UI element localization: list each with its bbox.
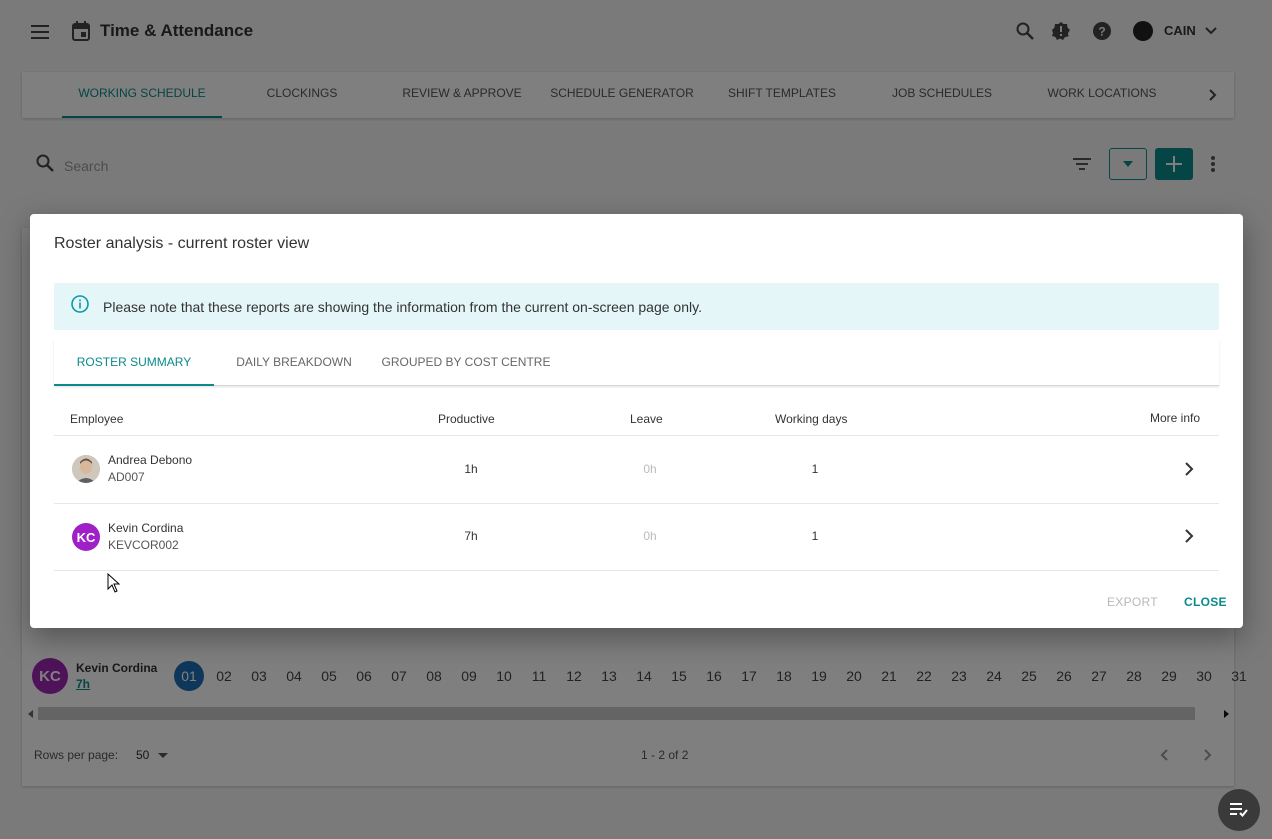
info-notice: Please note that these reports are showi… (54, 283, 1219, 330)
mouse-cursor-icon (107, 572, 121, 598)
working-days: 1 (811, 529, 819, 543)
employee-name: Kevin Cordina (108, 521, 184, 535)
person-photo-icon (72, 455, 100, 483)
checklist-icon (1230, 803, 1248, 817)
column-header-productive: Productive (438, 412, 495, 426)
avatar (72, 455, 100, 483)
column-header-working-days: Working days (775, 412, 848, 426)
column-header-employee: Employee (70, 412, 124, 426)
chevron-right-icon[interactable] (1181, 461, 1197, 477)
tab-grouped-by-cost-centre[interactable]: GROUPED BY COST CENTRE (374, 340, 558, 386)
divider (54, 435, 1219, 436)
tab-daily-breakdown[interactable]: DAILY BREAKDOWN (214, 340, 374, 386)
column-header-leave: Leave (630, 412, 663, 426)
dialog-tabs: ROSTER SUMMARY DAILY BREAKDOWN GROUPED B… (54, 340, 1219, 386)
tab-roster-summary[interactable]: ROSTER SUMMARY (54, 340, 214, 386)
divider (54, 570, 1219, 571)
task-list-button[interactable] (1218, 789, 1260, 831)
employee-code: KEVCOR002 (108, 538, 179, 552)
divider (54, 503, 1219, 504)
close-button[interactable]: CLOSE (1184, 595, 1227, 609)
export-button[interactable]: EXPORT (1107, 595, 1158, 609)
notice-text: Please note that these reports are showi… (103, 298, 702, 315)
employee-name: Andrea Debono (108, 453, 193, 467)
avatar: KC (72, 523, 100, 551)
working-days: 1 (811, 462, 819, 476)
dialog-title: Roster analysis - current roster view (54, 235, 310, 252)
productive-hours: 7h (464, 529, 478, 543)
roster-analysis-dialog: Roster analysis - current roster view Pl… (30, 214, 1243, 628)
chevron-right-icon[interactable] (1181, 528, 1197, 544)
productive-hours: 1h (464, 462, 478, 476)
leave-hours: 0h (643, 529, 657, 543)
column-header-more-info: More info (1150, 411, 1201, 425)
info-icon (71, 295, 89, 318)
employee-code: AD007 (108, 470, 145, 484)
leave-hours: 0h (643, 462, 657, 476)
